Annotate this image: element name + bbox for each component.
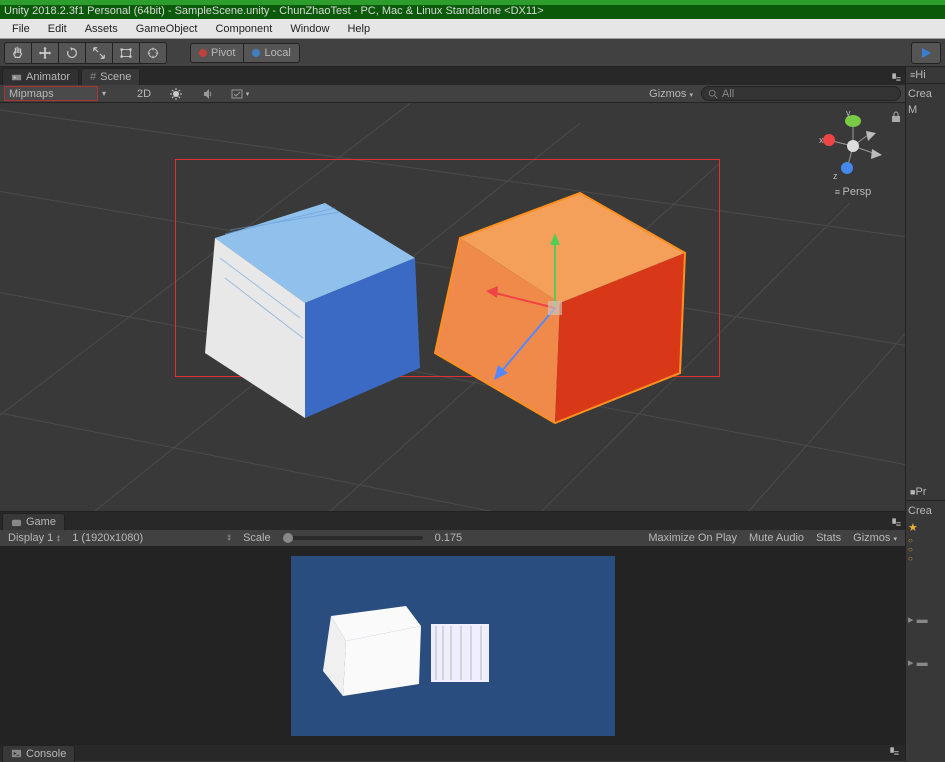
scale-slider[interactable] — [283, 536, 423, 540]
menu-bar: File Edit Assets GameObject Component Wi… — [0, 19, 945, 39]
menu-file[interactable]: File — [4, 21, 38, 37]
lighting-toggle[interactable] — [164, 86, 188, 102]
game-tabs: Game ▝≡ — [0, 512, 905, 530]
display-dropdown[interactable]: Display 1 ‡ — [8, 532, 60, 544]
tab-scene[interactable]: # Scene — [81, 68, 140, 85]
lock-icon[interactable] — [891, 111, 901, 123]
search-icon — [708, 89, 718, 99]
tab-animator[interactable]: Animator — [2, 68, 79, 85]
pivot-toggle[interactable]: Pivot — [190, 43, 244, 63]
cube-orange[interactable] — [400, 143, 710, 453]
menu-help[interactable]: Help — [339, 21, 378, 37]
maximize-toggle[interactable]: Maximize On Play — [648, 532, 737, 544]
tab-project[interactable]: ■ Pr — [906, 484, 945, 501]
rotate-tool[interactable] — [58, 42, 86, 64]
scale-value: 0.175 — [435, 532, 463, 544]
console-panel: Console ▝≡ — [0, 744, 905, 761]
fx-dropdown[interactable]: ▾ — [228, 86, 252, 102]
hand-tool[interactable] — [4, 42, 32, 64]
star-icon: ★ — [908, 521, 943, 534]
menu-gameobject[interactable]: GameObject — [128, 21, 206, 37]
tab-game[interactable]: Game — [2, 513, 65, 530]
game-gizmos-dropdown[interactable]: Gizmos ▾ — [853, 532, 897, 544]
menu-window[interactable]: Window — [282, 21, 337, 37]
persp-label[interactable]: Persp — [843, 186, 872, 198]
play-button[interactable] — [911, 42, 941, 64]
move-tool[interactable] — [31, 42, 59, 64]
scene-control-bar: Mipmaps ▾ 2D ▾ Gizmos ▾ All — [0, 85, 905, 103]
tab-menu-icon[interactable]: ▝≡ — [887, 748, 905, 759]
audio-toggle[interactable] — [196, 86, 220, 102]
stats-toggle[interactable]: Stats — [816, 532, 841, 544]
scale-label: Scale — [243, 532, 271, 544]
gizmos-dropdown[interactable]: Gizmos ▾ — [649, 88, 693, 100]
right-panel[interactable]: ≡ Hi Crea M ■ Pr Crea ★ ○ ○ ○ ▸ ▬ ▸ ▬ — [905, 67, 945, 761]
transform-tool[interactable] — [139, 42, 167, 64]
scale-tool[interactable] — [85, 42, 113, 64]
search-input[interactable]: All — [701, 86, 901, 101]
chevron-down-icon[interactable]: ▾ — [102, 89, 106, 98]
menu-component[interactable]: Component — [207, 21, 280, 37]
main-toolbar: Pivot Local — [0, 39, 945, 67]
menu-assets[interactable]: Assets — [77, 21, 126, 37]
shading-mode-dropdown[interactable]: Mipmaps — [4, 86, 98, 101]
2d-toggle[interactable]: 2D — [132, 86, 156, 102]
resolution-dropdown[interactable]: 1 (1920x1080) — [72, 532, 143, 544]
tab-hierarchy[interactable]: ≡ Hi — [906, 67, 945, 84]
game-control-bar: Display 1 ‡ 1 (1920x1080) ‡ Scale 0.175 … — [0, 530, 905, 547]
menu-edit[interactable]: Edit — [40, 21, 75, 37]
tab-console[interactable]: Console — [2, 745, 75, 762]
rect-tool[interactable] — [112, 42, 140, 64]
tab-menu-icon[interactable]: ▝≡ — [889, 519, 901, 530]
animator-icon — [11, 72, 22, 83]
scene-icon: # — [90, 71, 96, 83]
orientation-gizmo[interactable]: x y z ≡ Persp — [813, 111, 893, 198]
folder-icon[interactable]: ▸ ▬ — [908, 613, 943, 626]
cube-blue[interactable] — [175, 158, 435, 418]
folder-icon[interactable]: ▸ ▬ — [908, 656, 943, 669]
local-toggle[interactable]: Local — [243, 43, 299, 63]
game-icon — [11, 517, 22, 528]
tab-menu-icon[interactable]: ▝≡ — [889, 74, 901, 85]
console-icon — [11, 748, 22, 759]
window-title: Unity 2018.2.3f1 Personal (64bit) - Samp… — [0, 5, 945, 19]
game-viewport[interactable] — [0, 547, 905, 744]
mute-toggle[interactable]: Mute Audio — [749, 532, 804, 544]
scene-viewport[interactable]: x y z ≡ Persp — [0, 103, 905, 511]
scene-tabs: Animator # Scene ▝≡ — [0, 67, 905, 85]
